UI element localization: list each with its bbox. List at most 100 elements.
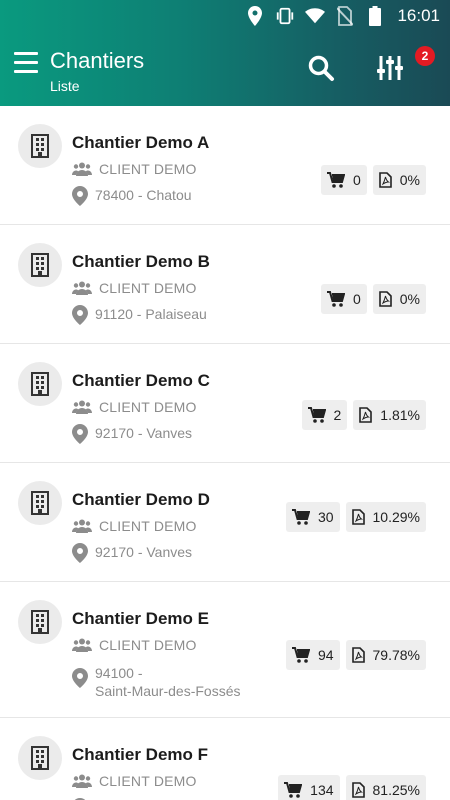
stats: 94 79.78% [285,640,426,670]
cart-icon [284,782,303,798]
orders-count: 0 [352,172,361,188]
pdf-file-icon [351,647,365,663]
stats: 0 0% [320,284,426,314]
address-text: 91120 - Palaiseau [95,306,207,322]
client-name: CLIENT DEMO [99,280,197,296]
client-row: CLIENT DEMO [72,773,197,789]
address-row: 92170 - Vanves [72,424,192,444]
no-sim-icon [335,6,355,26]
app-bar: Chantiers Liste 2 [0,32,450,106]
list-item[interactable]: Chantier Demo A CLIENT DEMO 78400 - Chat… [0,106,450,225]
orders-count: 2 [333,407,342,423]
client-name: CLIENT DEMO [99,518,197,534]
stats: 30 10.29% [285,502,426,532]
progress-chip: 0% [372,165,426,195]
address-text: 92170 - Vanves [95,544,193,560]
list-item[interactable]: Chantier Demo C CLIENT DEMO 92170 - Vanv… [0,344,450,463]
list-item[interactable]: Chantier Demo B CLIENT DEMO 91120 - Pala… [0,225,450,344]
address-line-1: 94100 - [95,665,143,681]
progress-percent: 1.81% [380,407,420,423]
building-icon [18,362,62,406]
map-marker-icon [72,543,88,563]
address-line-2: Saint-Maur-des-Fossés [95,683,241,699]
list-item[interactable]: Chantier Demo F CLIENT DEMO 134 81.25% [0,718,450,800]
stats: 0 0% [320,165,426,195]
map-marker-icon [72,668,88,688]
sliders-icon [377,56,403,80]
address-text: 92170 - Vanves [95,425,193,441]
client-row: CLIENT DEMO [72,280,197,296]
orders-count: 134 [310,782,334,798]
list-item[interactable]: Chantier Demo E CLIENT DEMO 94100 - Sain… [0,582,450,718]
progress-chip: 79.78% [345,640,426,670]
cart-icon [326,172,345,188]
address-row: 94100 - Saint-Maur-des-Fossés [72,664,241,700]
orders-chip: 94 [285,640,340,670]
filter-button[interactable] [376,54,406,84]
stats: 134 81.25% [278,775,426,800]
map-marker-icon [72,305,88,325]
orders-count: 30 [317,509,334,525]
building-icon [18,124,62,168]
client-name: CLIENT DEMO [99,773,197,789]
progress-percent: 0% [399,291,420,307]
orders-chip: 0 [320,284,367,314]
chantier-list: Chantier Demo A CLIENT DEMO 78400 - Chat… [0,106,450,800]
client-name: CLIENT DEMO [99,637,197,653]
pdf-file-icon [351,782,365,798]
cart-icon [326,291,345,307]
users-icon [72,400,92,414]
map-marker-icon [72,186,88,206]
users-icon [72,774,92,788]
vibrate-icon [275,6,295,26]
progress-chip: 81.25% [345,775,426,800]
cart-icon [291,647,310,663]
orders-chip: 0 [320,165,367,195]
client-row: CLIENT DEMO [72,161,197,177]
progress-chip: 0% [372,284,426,314]
address-row: 91120 - Palaiseau [72,305,207,325]
building-icon [18,481,62,525]
stats: 2 1.81% [301,400,426,430]
wifi-icon [305,6,326,26]
progress-chip: 1.81% [353,400,426,430]
list-item[interactable]: Chantier Demo D CLIENT DEMO 92170 - Vanv… [0,463,450,582]
users-icon [72,519,92,533]
building-icon [18,243,62,287]
progress-percent: 10.29% [372,509,420,525]
address-text: 94100 - Saint-Maur-des-Fossés [95,664,241,700]
building-icon [18,600,62,644]
chantier-name: Chantier Demo D [72,490,210,509]
location-status-icon [245,6,265,26]
chantier-name: Chantier Demo C [72,371,210,390]
client-row: CLIENT DEMO [72,637,197,653]
orders-count: 0 [352,291,361,307]
page-subtitle: Liste [50,78,80,94]
app-header: 16:01 Chantiers Liste 2 [0,0,450,106]
pdf-file-icon [378,172,392,188]
menu-button[interactable] [14,52,38,74]
page-title: Chantiers [50,48,145,73]
search-icon [308,55,334,81]
search-button[interactable] [307,54,337,84]
client-row: CLIENT DEMO [72,518,197,534]
status-bar: 16:01 [0,0,450,32]
progress-chip: 10.29% [345,502,426,532]
chantier-name: Chantier Demo F [72,745,209,764]
progress-percent: 81.25% [372,782,420,798]
building-icon [18,736,62,780]
cart-icon [307,407,326,423]
pdf-file-icon [378,291,392,307]
address-row: 92170 - Vanves [72,543,192,563]
pdf-file-icon [359,407,373,423]
progress-percent: 0% [399,172,420,188]
filter-count-badge: 2 [415,46,435,66]
chantier-name: Chantier Demo E [72,609,209,628]
address-text: 78400 - Chatou [95,187,192,203]
progress-percent: 79.78% [372,647,420,663]
chantier-name: Chantier Demo A [72,133,210,152]
users-icon [72,162,92,176]
battery-icon [365,6,385,26]
client-row: CLIENT DEMO [72,399,197,415]
client-name: CLIENT DEMO [99,161,197,177]
